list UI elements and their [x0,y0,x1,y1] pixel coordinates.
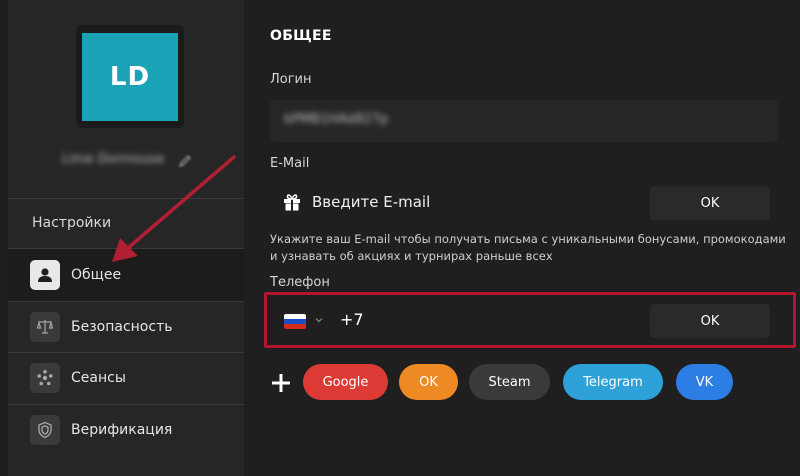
sidebar-item-security[interactable]: Безопасность [8,301,244,353]
phone-ok-button[interactable]: OK [650,304,770,338]
sessions-icon [30,363,60,393]
username: Lime Dormouse [62,152,165,167]
sidebar-item-sessions[interactable]: Сеансы [8,352,244,404]
login-field: bPMB1HAd827p [270,100,778,142]
login-value: bPMB1HAd827p [284,112,389,127]
email-ok-button[interactable]: OK [650,186,770,220]
gift-icon [284,194,300,211]
steam-button[interactable]: Steam [469,364,550,400]
divider [8,198,244,199]
sidebar-item-label: Верификация [71,422,173,438]
sidebar-item-label: Общее [71,267,122,283]
russia-flag-icon[interactable] [284,314,306,329]
email-input[interactable]: Введите E-mail [312,193,430,211]
sidebar: LD Lime Dormouse Настройки Общее Безопас… [8,0,244,476]
ok-social-button[interactable]: OK [399,364,458,400]
main-panel: ОБЩЕЕ Логин bPMB1HAd827p E-Mail Введите … [244,0,800,476]
sidebar-item-general[interactable]: Общее [8,249,244,301]
scales-icon [30,312,60,342]
phone-field[interactable]: +7 OK [270,298,778,342]
settings-title: Настройки [32,215,112,231]
vk-button[interactable]: VK [676,364,733,400]
page-title: ОБЩЕЕ [270,28,332,44]
email-label: E-Mail [270,156,310,171]
plus-icon[interactable] [270,372,292,394]
chevron-down-icon[interactable] [314,315,324,325]
google-button[interactable]: Google [303,364,388,400]
phone-label: Телефон [270,275,330,290]
user-icon [30,260,60,290]
sidebar-item-label: Сеансы [71,370,126,386]
telegram-button[interactable]: Telegram [563,364,663,400]
email-hint: Укажите ваш E-mail чтобы получать письма… [270,232,786,263]
pencil-icon[interactable] [178,154,192,168]
login-label: Логин [270,72,312,87]
phone-input[interactable]: +7 [340,310,364,329]
sidebar-item-verification[interactable]: Верификация [8,404,244,456]
email-field[interactable]: Введите E-mail OK [270,181,778,223]
avatar[interactable]: LD [82,33,178,121]
sidebar-item-label: Безопасность [71,319,173,335]
shield-icon [30,415,60,445]
